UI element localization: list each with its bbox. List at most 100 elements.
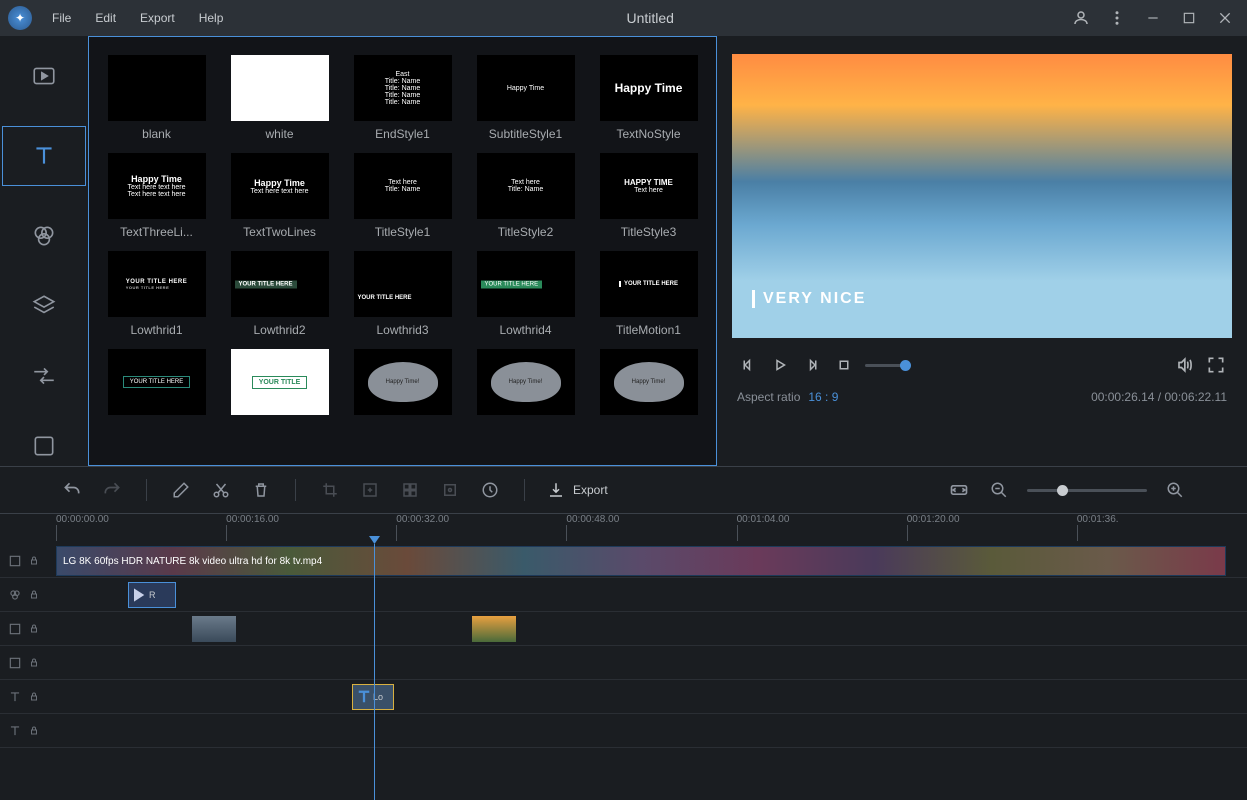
mute-icon[interactable] bbox=[1173, 354, 1195, 376]
title-template-4[interactable]: Happy Time TextNoStyle bbox=[593, 55, 704, 141]
title-preview: YOUR TITLE HERE bbox=[108, 349, 206, 415]
title-template-0[interactable]: blank bbox=[101, 55, 212, 141]
zoom-out-icon[interactable] bbox=[987, 478, 1011, 502]
tab-overlay[interactable] bbox=[20, 286, 68, 326]
account-icon[interactable] bbox=[1067, 4, 1095, 32]
zoom-slider[interactable] bbox=[1027, 489, 1147, 492]
title-template-17[interactable]: Happy Time! bbox=[347, 349, 458, 421]
window-controls bbox=[1067, 4, 1239, 32]
volume-slider[interactable] bbox=[865, 364, 905, 367]
title-caption: white bbox=[265, 127, 293, 141]
title-template-18[interactable]: Happy Time! bbox=[470, 349, 581, 421]
minimize-icon[interactable] bbox=[1139, 4, 1167, 32]
title-caption: TextNoStyle bbox=[616, 127, 680, 141]
video-clip[interactable]: LG 8K 60fps HDR NATURE 8k video ultra hd… bbox=[56, 546, 1226, 576]
title-caption: TitleStyle2 bbox=[498, 225, 554, 239]
title-preview: YOUR TITLE bbox=[231, 349, 329, 415]
undo-icon[interactable] bbox=[60, 478, 84, 502]
filter-track[interactable]: R bbox=[0, 578, 1247, 612]
title-preview: Text hereTitle: Name bbox=[354, 153, 452, 219]
overlay-track-1[interactable] bbox=[0, 612, 1247, 646]
time-ruler[interactable]: 00:00:00.0000:00:16.0000:00:32.0000:00:4… bbox=[0, 514, 1247, 544]
close-icon[interactable] bbox=[1211, 4, 1239, 32]
more-icon[interactable] bbox=[1103, 4, 1131, 32]
time-mark: 00:01:20.00 bbox=[907, 514, 1077, 544]
title-caption: TitleMotion1 bbox=[616, 323, 681, 337]
stop-icon[interactable] bbox=[833, 354, 855, 376]
menu-export[interactable]: Export bbox=[130, 7, 185, 29]
overlay-clip-2[interactable] bbox=[472, 616, 516, 642]
next-frame-icon[interactable] bbox=[801, 354, 823, 376]
fullscreen-icon[interactable] bbox=[1205, 354, 1227, 376]
title-preview: YOUR TITLE HERE bbox=[477, 251, 575, 317]
title-template-8[interactable]: Text hereTitle: NameTitleStyle2 bbox=[470, 153, 581, 239]
title-template-16[interactable]: YOUR TITLE bbox=[224, 349, 335, 421]
title-preview bbox=[231, 55, 329, 121]
title-template-7[interactable]: Text hereTitle: NameTitleStyle1 bbox=[347, 153, 458, 239]
aspect-label: Aspect ratio bbox=[737, 390, 800, 404]
text-track-2[interactable] bbox=[0, 714, 1247, 748]
overlay-track-2[interactable] bbox=[0, 646, 1247, 680]
title-template-12[interactable]: YOUR TITLE HERELowthrid3 bbox=[347, 251, 458, 337]
aspect-value[interactable]: 16 : 9 bbox=[808, 390, 838, 404]
time-mark: 00:00:32.00 bbox=[396, 514, 566, 544]
title-template-19[interactable]: Happy Time! bbox=[593, 349, 704, 421]
cut-icon[interactable] bbox=[209, 478, 233, 502]
tab-transition[interactable] bbox=[20, 356, 68, 396]
playhead[interactable] bbox=[374, 544, 375, 800]
title-preview: YOUR TITLE HEREYOUR TITLE HERE bbox=[108, 251, 206, 317]
title-caption: Lowthrid3 bbox=[376, 323, 428, 337]
title-template-15[interactable]: YOUR TITLE HERE bbox=[101, 349, 212, 421]
title-template-14[interactable]: YOUR TITLE HERETitleMotion1 bbox=[593, 251, 704, 337]
delete-icon[interactable] bbox=[249, 478, 273, 502]
video-track[interactable]: LG 8K 60fps HDR NATURE 8k video ultra hd… bbox=[0, 544, 1247, 578]
menu-help[interactable]: Help bbox=[189, 7, 234, 29]
text-track[interactable]: Lo bbox=[0, 680, 1247, 714]
fit-timeline-icon[interactable] bbox=[947, 478, 971, 502]
title-preview: Happy Time bbox=[600, 55, 698, 121]
zoom-area-icon[interactable] bbox=[358, 478, 382, 502]
total-time: 00:06:22.11 bbox=[1164, 390, 1227, 404]
title-template-9[interactable]: HAPPY TIMEText hereTitleStyle3 bbox=[593, 153, 704, 239]
overlay-clip-1[interactable] bbox=[192, 616, 236, 642]
title-template-11[interactable]: YOUR TITLE HERELowthrid2 bbox=[224, 251, 335, 337]
redo-icon[interactable] bbox=[100, 478, 124, 502]
side-tabs bbox=[0, 36, 88, 466]
maximize-icon[interactable] bbox=[1175, 4, 1203, 32]
title-template-10[interactable]: YOUR TITLE HEREYOUR TITLE HERE Lowthrid1 bbox=[101, 251, 212, 337]
title-template-5[interactable]: Happy TimeText here text hereText here t… bbox=[101, 153, 212, 239]
menu-edit[interactable]: Edit bbox=[85, 7, 126, 29]
video-preview[interactable]: VERY NICE bbox=[732, 54, 1232, 338]
tab-media[interactable] bbox=[20, 56, 68, 96]
tracks-area: LG 8K 60fps HDR NATURE 8k video ultra hd… bbox=[0, 544, 1247, 748]
title-template-1[interactable]: white bbox=[224, 55, 335, 141]
menu-file[interactable]: File bbox=[42, 7, 81, 29]
title-preview: EastTitle: NameTitle: NameTitle: NameTit… bbox=[354, 55, 452, 121]
zoom-in-icon[interactable] bbox=[1163, 478, 1187, 502]
play-icon[interactable] bbox=[769, 354, 791, 376]
tab-filters[interactable] bbox=[20, 216, 68, 256]
title-template-6[interactable]: Happy TimeText here text hereTextTwoLine… bbox=[224, 153, 335, 239]
title-template-13[interactable]: YOUR TITLE HERE Lowthrid4 bbox=[470, 251, 581, 337]
tab-text[interactable] bbox=[2, 126, 86, 186]
window-title: Untitled bbox=[233, 10, 1067, 26]
text-clip[interactable]: Lo bbox=[352, 684, 394, 710]
title-template-3[interactable]: Happy TimeSubtitleStyle1 bbox=[470, 55, 581, 141]
title-caption: TextThreeLi... bbox=[120, 225, 193, 239]
mosaic-icon[interactable] bbox=[398, 478, 422, 502]
crop-icon[interactable] bbox=[318, 478, 342, 502]
title-caption: Lowthrid1 bbox=[130, 323, 182, 337]
prev-frame-icon[interactable] bbox=[737, 354, 759, 376]
freeze-icon[interactable] bbox=[438, 478, 462, 502]
main-area: blank white EastTitle: NameTitle: NameTitl… bbox=[0, 36, 1247, 466]
filter-clip[interactable]: R bbox=[128, 582, 176, 608]
duration-icon[interactable] bbox=[478, 478, 502, 502]
tab-elements[interactable] bbox=[20, 426, 68, 466]
title-caption: Lowthrid4 bbox=[499, 323, 551, 337]
export-button[interactable]: Export bbox=[547, 481, 608, 499]
edit-icon[interactable] bbox=[169, 478, 193, 502]
title-preview: Happy Time! bbox=[600, 349, 698, 415]
time-mark: 00:00:48.00 bbox=[566, 514, 736, 544]
title-template-2[interactable]: EastTitle: NameTitle: NameTitle: NameTit… bbox=[347, 55, 458, 141]
title-preview: HAPPY TIMEText here bbox=[600, 153, 698, 219]
